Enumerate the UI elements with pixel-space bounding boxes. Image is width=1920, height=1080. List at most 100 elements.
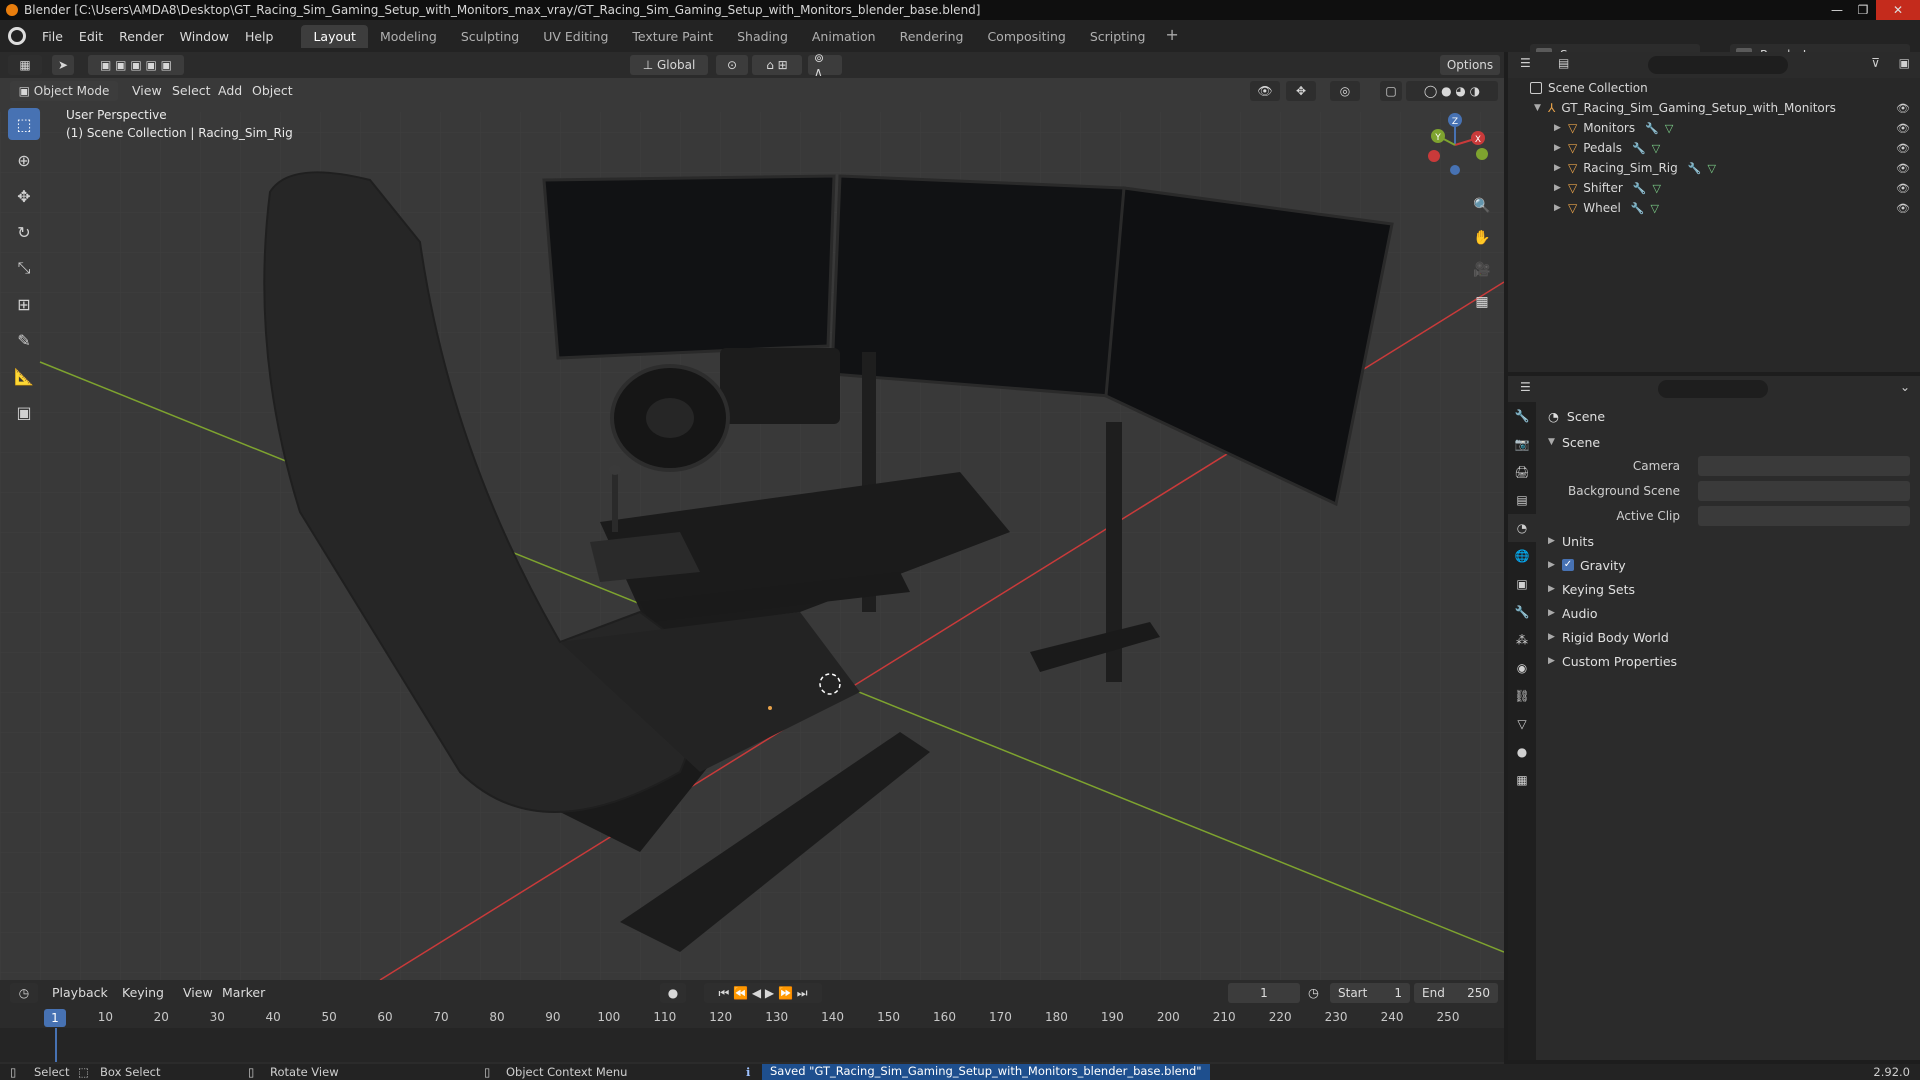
tab-sculpting[interactable]: Sculpting [449,25,531,48]
timeline-ruler[interactable]: 1 10 20 30 40 50 60 70 80 90 100 110 120 130 140 150 16… [0,1006,1504,1028]
mesh-data-icon[interactable]: ▽ [1665,122,1673,135]
constraints-tab-icon[interactable]: ⛓ [1508,682,1536,710]
collapse-icon[interactable]: ▶ [1548,608,1562,618]
camera-view-icon[interactable]: 🎥 [1468,256,1496,284]
shading-mode-buttons[interactable]: ◯ ● ◕ ◑ [1406,81,1498,101]
gravity-checkbox[interactable]: ✓ [1562,559,1574,571]
mesh-data-icon[interactable]: ▽ [1652,142,1660,155]
filter-icon[interactable]: ⊽ [1871,56,1880,70]
outliner-item-pedals[interactable]: ▶ ▽ Pedals 🔧 ▽ 👁 [1508,138,1920,158]
tab-texture-paint[interactable]: Texture Paint [620,25,725,48]
collapse-icon[interactable]: ▶ [1548,656,1562,666]
mode-dropdown[interactable]: ▣ Object Mode [10,81,118,101]
viewport-menu-view[interactable]: View [132,83,162,98]
menu-window[interactable]: Window [172,29,237,44]
overlay-toggle-icon[interactable]: ◎ [1330,81,1360,101]
outliner-editor-icon[interactable]: ☰ [1520,56,1531,70]
expand-icon[interactable]: ▼ [1534,103,1548,113]
3d-viewport[interactable]: ▦ ➤ ▣ ▣ ▣ ▣ ▣ ⊥ Global ⊙ ⌂ ⊞ ⊚ ∧ Options… [0,52,1504,980]
ortho-grid-icon[interactable]: ▦ [1468,288,1496,316]
proportional-edit-icon[interactable]: ⊚ ∧ [808,52,842,79]
tab-animation[interactable]: Animation [800,25,888,48]
tab-modeling[interactable]: Modeling [368,25,449,48]
xray-toggle-icon[interactable]: ▢ [1380,81,1402,101]
current-frame-marker[interactable]: 1 [44,1009,66,1027]
collapse-icon[interactable]: ▶ [1554,203,1568,213]
mesh-data-icon[interactable]: ▽ [1707,162,1715,175]
units-panel[interactable]: ▶ Units [1538,529,1920,553]
rigid-body-world-panel[interactable]: ▶ Rigid Body World [1538,625,1920,649]
annotate-icon[interactable]: ✎ [8,324,40,356]
viewport-menu-add[interactable]: Add [218,83,242,98]
playback-controls[interactable]: ⏮ ⏪ ◀ ▶ ⏩ ⏭ [704,983,822,1003]
modifier-icon[interactable]: 🔧 [1631,202,1645,215]
timeline-menu-marker[interactable]: Marker [222,985,265,1000]
scene-tab-icon[interactable]: ◔ [1508,514,1536,542]
tab-shading[interactable]: Shading [725,25,800,48]
outliner-search-input[interactable] [1648,56,1788,74]
tool-tab-icon[interactable]: 🔧 [1508,402,1536,430]
end-frame-field[interactable]: End 250 [1414,983,1498,1003]
move-icon[interactable]: ✥ [8,180,40,212]
outliner-item-monitors[interactable]: ▶ ▽ Monitors 🔧 ▽ 👁 [1508,118,1920,138]
visibility-eye-icon[interactable]: 👁 [1896,182,1910,195]
particles-tab-icon[interactable]: ⁂ [1508,626,1536,654]
menu-edit[interactable]: Edit [71,29,111,44]
keying-sets-panel[interactable]: ▶ Keying Sets [1538,577,1920,601]
current-frame-field[interactable]: 1 [1228,983,1300,1003]
modifier-icon[interactable]: 🔧 [1633,182,1647,195]
display-mode-icon[interactable]: ▤ [1558,56,1569,70]
timeline-editor-icon[interactable]: ◷ [10,983,38,1003]
properties-search-input[interactable] [1658,380,1768,398]
tab-rendering[interactable]: Rendering [888,25,976,48]
visibility-eye-icon[interactable]: 👁 [1896,142,1910,155]
mesh-data-icon[interactable]: ▽ [1651,202,1659,215]
playhead-line[interactable] [55,1028,57,1062]
timeline-menu-playback[interactable]: Playback [52,985,108,1000]
menu-help[interactable]: Help [237,29,282,44]
record-icon[interactable]: ● [660,983,686,1003]
texture-tab-icon[interactable]: ▦ [1508,766,1536,794]
modifier-tab-icon[interactable]: 🔧 [1508,598,1536,626]
camera-field[interactable] [1698,456,1910,476]
transform-orientation-dropdown[interactable]: ⊥ Global [630,55,708,75]
editor-type-icon[interactable]: ▦ [8,55,42,75]
outliner-collection-row[interactable]: ▼ ⅄ GT_Racing_Sim_Gaming_Setup_with_Moni… [1508,98,1920,118]
visibility-eye-icon[interactable]: 👁 [1896,122,1910,135]
close-icon[interactable]: ✕ [1876,0,1920,20]
outliner-scene-collection[interactable]: Scene Collection [1508,78,1920,98]
viewport-menu-select[interactable]: Select [172,83,211,98]
visibility-eye-icon[interactable]: 👁 [1896,202,1910,215]
view-layer-tab-icon[interactable]: ▤ [1508,486,1536,514]
render-tab-icon[interactable]: 📷 [1508,430,1536,458]
collapse-icon[interactable]: ▶ [1548,584,1562,594]
expand-icon[interactable]: ▼ [1548,437,1562,447]
snap-toggle-icon[interactable]: ⌂ ⊞ [752,55,802,75]
select-mode-buttons[interactable]: ▣ ▣ ▣ ▣ ▣ [88,55,184,75]
blender-logo-icon[interactable] [8,27,26,45]
timeline-menu-view[interactable]: View [183,985,213,1000]
menu-file[interactable]: File [34,29,71,44]
collapse-icon[interactable]: ▶ [1548,560,1562,570]
outliner-item-wheel[interactable]: ▶ ▽ Wheel 🔧 ▽ 👁 [1508,198,1920,218]
visibility-eye-icon[interactable]: 👁 [1896,102,1910,115]
viewport-menu-object[interactable]: Object [252,83,293,98]
tab-compositing[interactable]: Compositing [975,25,1077,48]
active-clip-field[interactable] [1698,506,1910,526]
collapse-icon[interactable]: ▶ [1554,143,1568,153]
data-tab-icon[interactable]: ▽ [1508,710,1536,738]
select-tool-icon[interactable]: ➤ [52,55,74,75]
transform-icon[interactable]: ⊞ [8,288,40,320]
add-cube-icon[interactable]: ▣ [8,396,40,428]
rotate-icon[interactable]: ↻ [8,216,40,248]
select-box-icon[interactable]: ⬚ [8,108,40,140]
measure-icon[interactable]: 📐 [8,360,40,392]
visibility-eye-icon[interactable]: 👁 [1896,162,1910,175]
background-scene-field[interactable] [1698,481,1910,501]
visibility-icon[interactable]: 👁 [1250,81,1280,101]
properties-editor-icon[interactable]: ☰ [1520,380,1531,394]
tab-scripting[interactable]: Scripting [1078,25,1158,48]
navigation-gizmo[interactable]: Z X Y [1420,110,1490,180]
timeline-menu-keying[interactable]: Keying [122,985,164,1000]
physics-tab-icon[interactable]: ◉ [1508,654,1536,682]
